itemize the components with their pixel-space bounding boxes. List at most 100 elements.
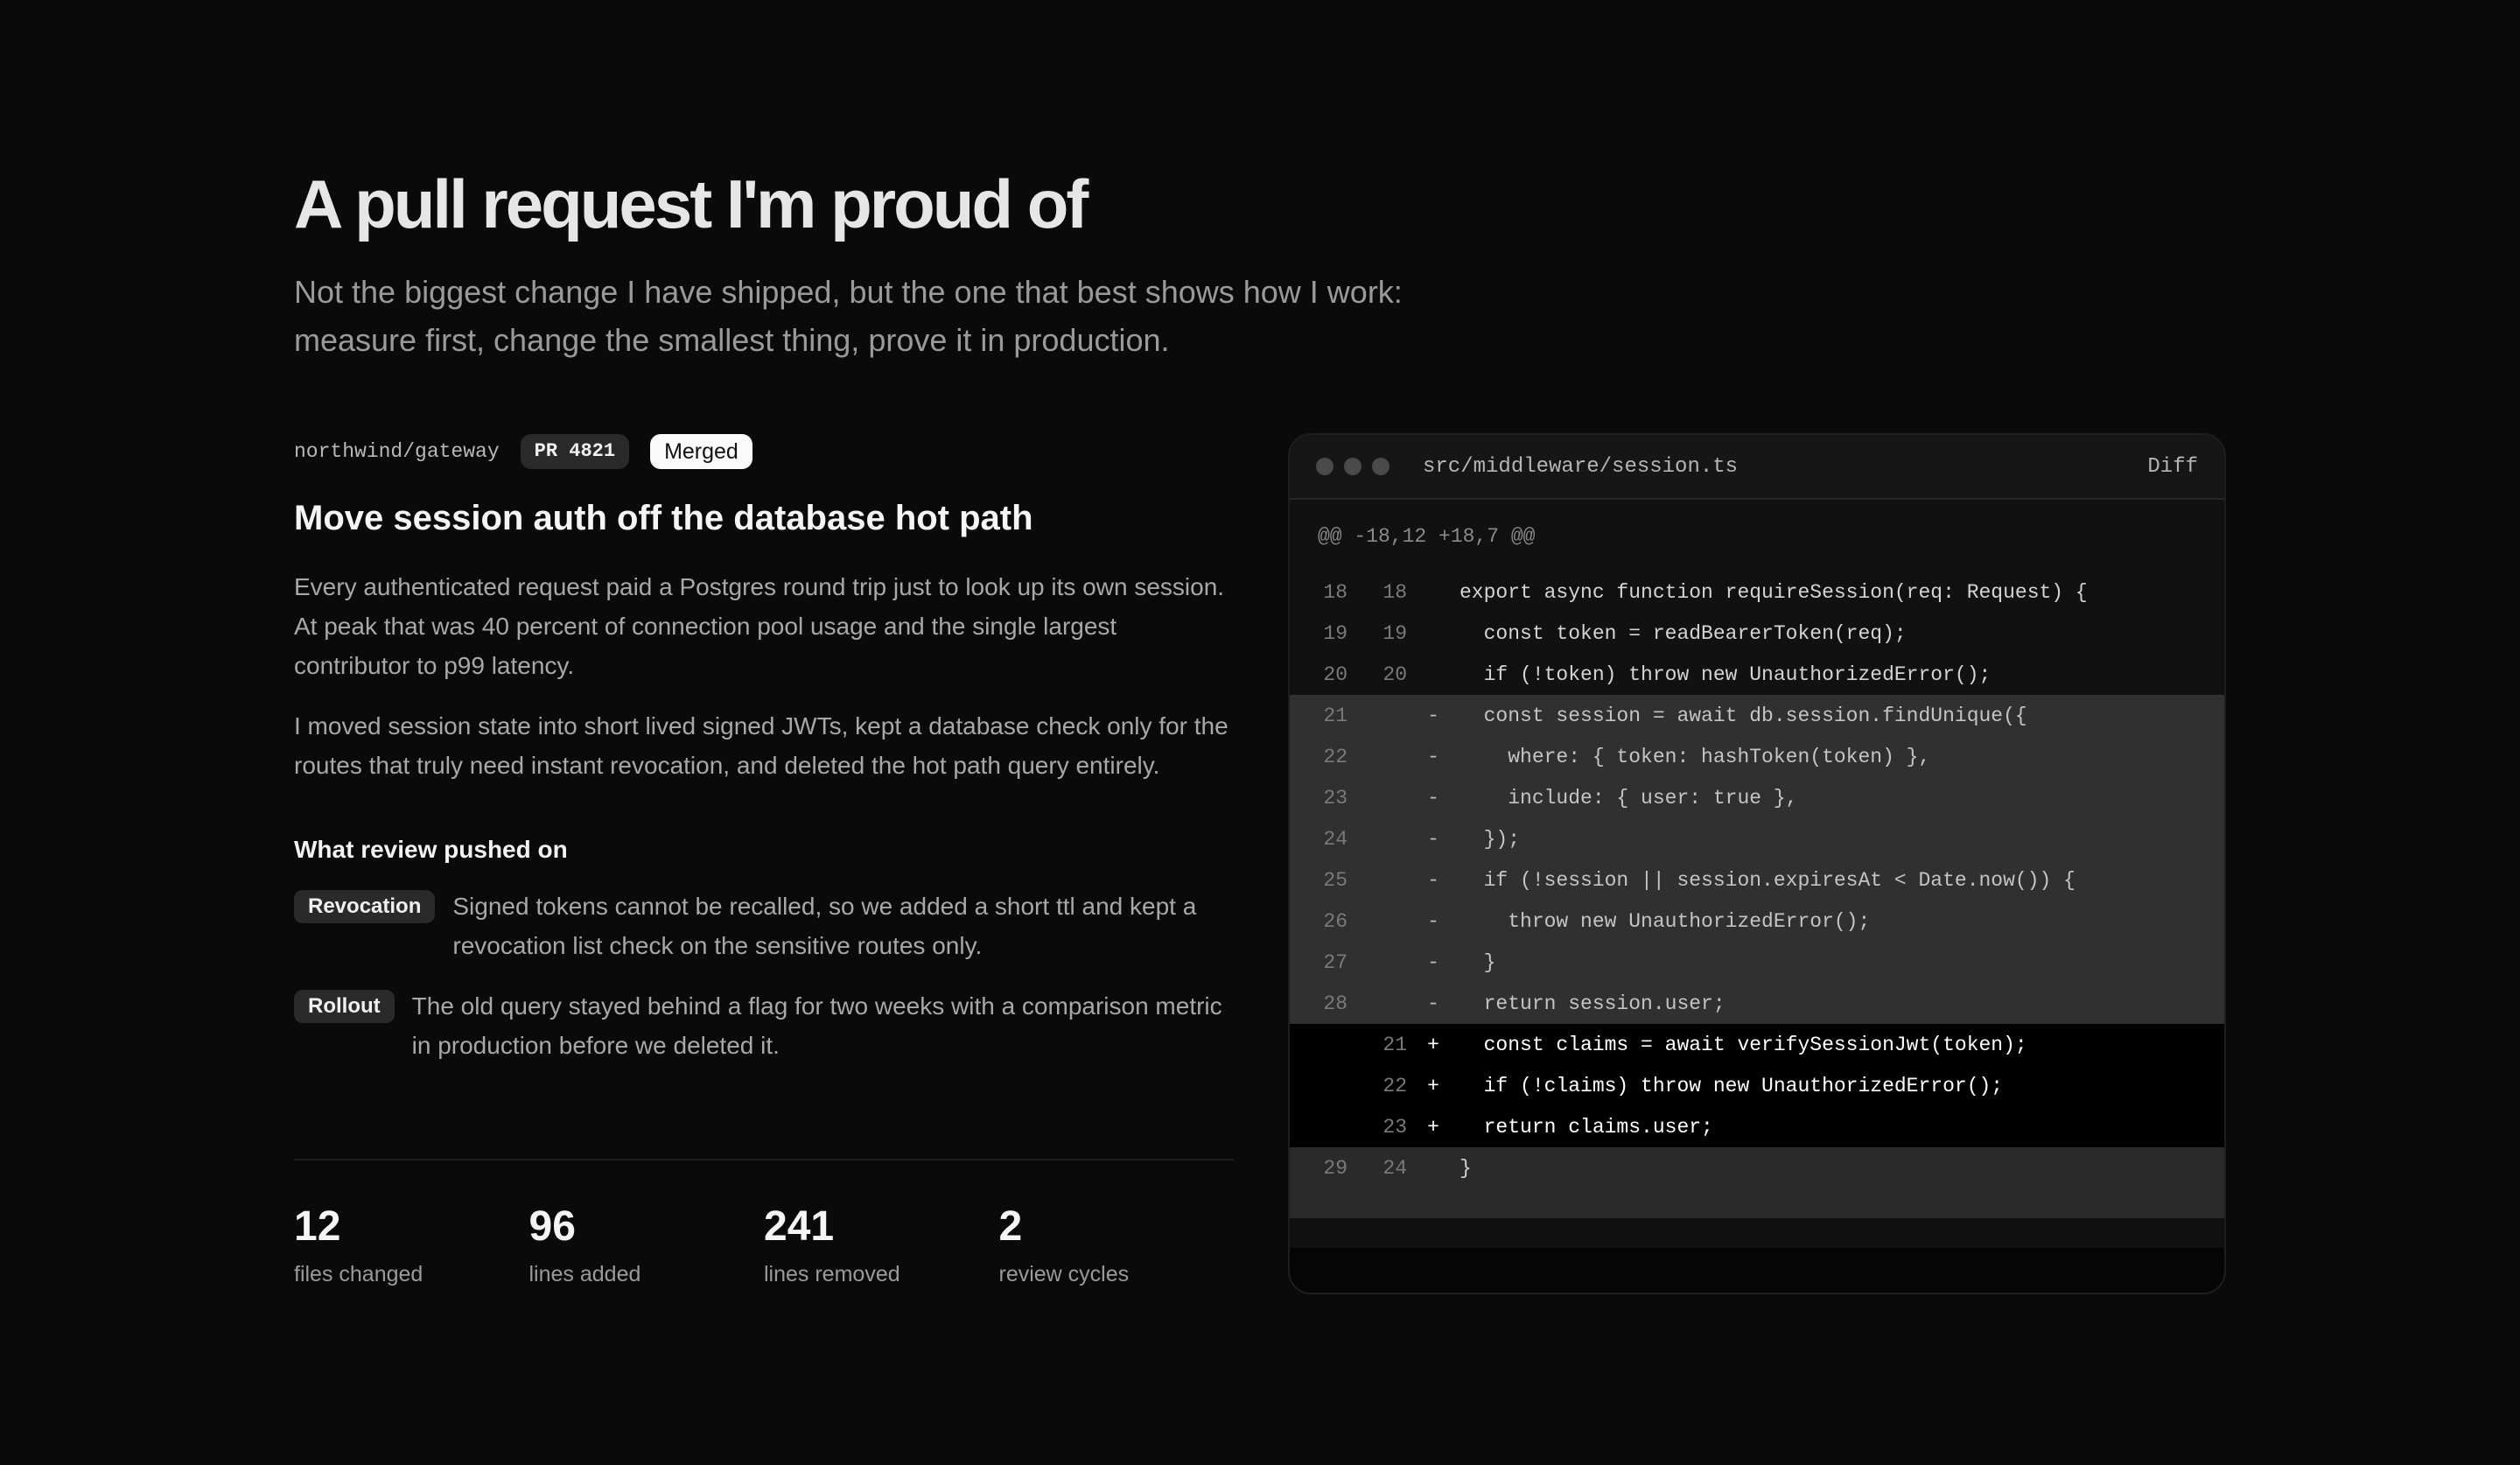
code-window-titlebar: src/middleware/session.ts Diff bbox=[1290, 435, 2224, 500]
review-tag: Revocation bbox=[294, 890, 436, 923]
diff-sign: - bbox=[1427, 992, 1439, 1015]
new-line-number: 23 bbox=[1382, 1115, 1407, 1139]
pr-description-2: I moved session state into short lived s… bbox=[294, 712, 1228, 779]
diff-line-del: 28 - return session.user; bbox=[1290, 983, 2224, 1024]
code-text: const session = await db.session.findUni… bbox=[1460, 704, 2027, 727]
review-heading: What review pushed on bbox=[294, 836, 568, 863]
repo-name[interactable]: northwind/gateway bbox=[294, 440, 500, 463]
diff-line-del: 21 - const session = await db.session.fin… bbox=[1290, 695, 2224, 736]
diff-sign: - bbox=[1427, 950, 1439, 974]
diff-sign: - bbox=[1427, 909, 1439, 933]
old-line-number: 18 bbox=[1323, 580, 1348, 604]
stat-label: lines added bbox=[528, 1262, 641, 1286]
stat-files-changed: 12 files changed bbox=[294, 1202, 529, 1287]
new-line-number: 24 bbox=[1382, 1156, 1407, 1180]
new-line-number: 20 bbox=[1382, 662, 1407, 686]
old-line-number: 25 bbox=[1323, 868, 1348, 892]
code-text: export async function requireSession(req… bbox=[1460, 580, 2088, 604]
diff-line-del: 22 - where: { token: hashToken(token) }, bbox=[1290, 736, 2224, 777]
pr-stats: 12 files changed 96 lines added 241 line… bbox=[294, 1159, 1234, 1287]
status-badge: Merged bbox=[650, 434, 752, 469]
diff-sign: - bbox=[1427, 786, 1439, 810]
old-line-number: 20 bbox=[1323, 662, 1348, 686]
diff-line-ctx: 19 19 const token = readBearerToken(req); bbox=[1290, 613, 2224, 654]
diff-line-del: 27 - } bbox=[1290, 942, 2224, 983]
stat-value: 241 bbox=[764, 1203, 835, 1250]
stat-label: lines removed bbox=[764, 1262, 900, 1286]
diff-line-ctx: 20 20 if (!token) throw new UnauthorizedE… bbox=[1290, 654, 2224, 695]
diff-line-del: 25 - if (!session || session.expiresAt < … bbox=[1290, 859, 2224, 901]
new-line-number: 19 bbox=[1382, 621, 1407, 645]
diff-sign: - bbox=[1427, 868, 1439, 892]
page-subtitle: Not the biggest change I have shipped, b… bbox=[294, 274, 1403, 358]
pr-meta: northwind/gateway PR 4821 Merged bbox=[294, 432, 1234, 471]
stat-lines-removed: 241 lines removed bbox=[764, 1202, 999, 1287]
review-text: Signed tokens cannot be recalled, so we … bbox=[452, 893, 1197, 959]
old-line-number: 23 bbox=[1323, 786, 1348, 810]
old-line-number: 29 bbox=[1323, 1156, 1348, 1180]
new-line-number: 18 bbox=[1382, 580, 1407, 604]
code-text: if (!claims) throw new UnauthorizedError… bbox=[1460, 1074, 2004, 1097]
code-text: const token = readBearerToken(req); bbox=[1460, 621, 1907, 645]
review-item-rollout: Rollout The old query stayed behind a fl… bbox=[294, 986, 1234, 1065]
page: A pull request I'm proud of Not the bigg… bbox=[0, 0, 2520, 1465]
diff-sign: - bbox=[1427, 745, 1439, 768]
diff-line-del: 26 - throw new UnauthorizedError(); bbox=[1290, 901, 2224, 942]
diff-line-add: 22 + if (!claims) throw new UnauthorizedE… bbox=[1290, 1065, 2224, 1106]
review-list: Revocation Signed tokens cannot be recal… bbox=[294, 887, 1234, 1065]
diff-sign: - bbox=[1427, 704, 1439, 727]
code-text: return session.user; bbox=[1460, 992, 1726, 1015]
window-dot-close-icon[interactable] bbox=[1316, 458, 1334, 475]
stat-value: 12 bbox=[294, 1203, 341, 1250]
review-item-revocation: Revocation Signed tokens cannot be recal… bbox=[294, 887, 1234, 965]
pr-title: Move session auth off the database hot p… bbox=[294, 499, 1033, 537]
pr-description-1: Every authenticated request paid a Postg… bbox=[294, 573, 1225, 679]
hero: A pull request I'm proud of Not the bigg… bbox=[294, 156, 1466, 364]
pr-summary: northwind/gateway PR 4821 Merged Move se… bbox=[294, 432, 1234, 1086]
diff-line-del: 24 - }); bbox=[1290, 818, 2224, 859]
diff-line-add: 21 + const claims = await verifySessionJw… bbox=[1290, 1024, 2224, 1065]
old-line-number: 21 bbox=[1323, 704, 1348, 727]
stat-review-cycles: 2 review cycles bbox=[999, 1202, 1235, 1287]
old-line-number: 27 bbox=[1323, 950, 1348, 974]
code-text: throw new UnauthorizedError(); bbox=[1460, 909, 1871, 933]
code-text: }); bbox=[1460, 827, 1521, 851]
code-text: return claims.user; bbox=[1460, 1115, 1713, 1139]
diff-mode-label[interactable]: Diff bbox=[2147, 455, 2198, 479]
diff-line-ctx: 18 18 export async function requireSession… bbox=[1290, 571, 2224, 613]
code-text: const claims = await verifySessionJwt(to… bbox=[1460, 1033, 2027, 1056]
stat-value: 2 bbox=[998, 1203, 1023, 1250]
hunk-header: @@ -18,12 +18,7 @@ bbox=[1318, 525, 1536, 548]
review-tag: Rollout bbox=[294, 990, 395, 1023]
code-text: include: { user: true }, bbox=[1460, 786, 1798, 810]
page-title: A pull request I'm proud of bbox=[294, 165, 1088, 242]
stat-label: files changed bbox=[294, 1262, 424, 1286]
window-dot-minimize-icon[interactable] bbox=[1344, 458, 1362, 475]
stat-label: review cycles bbox=[998, 1262, 1130, 1286]
old-line-number: 19 bbox=[1323, 621, 1348, 645]
new-line-number: 22 bbox=[1382, 1074, 1407, 1097]
code-text: where: { token: hashToken(token) }, bbox=[1460, 745, 1931, 768]
code-text: } bbox=[1460, 950, 1496, 974]
old-line-number: 28 bbox=[1323, 992, 1348, 1015]
diff-line-tail: 29 24} bbox=[1290, 1147, 2224, 1188]
code-text: } bbox=[1460, 1156, 1472, 1180]
diff-line-del: 23 - include: { user: true }, bbox=[1290, 777, 2224, 818]
pr-number-badge[interactable]: PR 4821 bbox=[520, 434, 630, 469]
review-text: The old query stayed behind a flag for t… bbox=[411, 992, 1222, 1059]
old-line-number: 26 bbox=[1323, 909, 1348, 933]
diff-sign: - bbox=[1427, 827, 1439, 851]
old-line-number: 22 bbox=[1323, 745, 1348, 768]
diff-sign: + bbox=[1427, 1115, 1439, 1139]
file-path: src/middleware/session.ts bbox=[1423, 454, 1739, 479]
code-text: if (!session || session.expiresAt < Date… bbox=[1460, 868, 2076, 892]
window-dot-maximize-icon[interactable] bbox=[1372, 458, 1390, 475]
code-text: if (!token) throw new UnauthorizedError(… bbox=[1460, 662, 1992, 686]
stat-lines-added: 96 lines added bbox=[529, 1202, 765, 1287]
stat-value: 96 bbox=[528, 1203, 576, 1250]
new-line-number: 21 bbox=[1382, 1033, 1407, 1056]
code-diff-window: src/middleware/session.ts Diff @@ -18,12… bbox=[1288, 433, 2226, 1294]
diff-sign: + bbox=[1427, 1074, 1439, 1097]
diff-sign: + bbox=[1427, 1033, 1439, 1056]
diff-line-add: 23 + return claims.user; bbox=[1290, 1106, 2224, 1147]
